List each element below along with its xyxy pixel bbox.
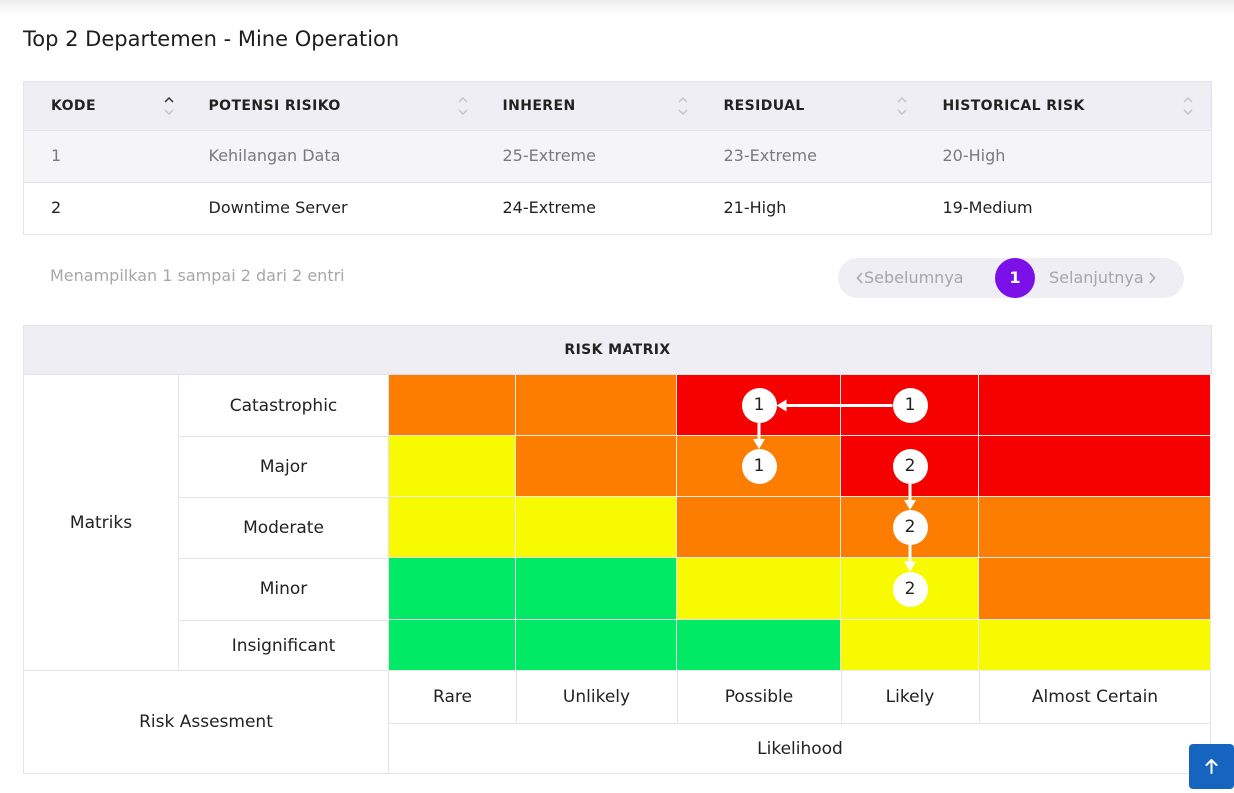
transition-arrow-head [904,561,916,572]
risk-marker-1[interactable]: 1 [892,388,928,423]
risk-marker-2[interactable]: 2 [892,510,928,545]
transition-arrows [753,399,916,572]
transition-arrow-head [776,399,787,412]
transition-arrow-head [753,439,765,449]
risk-marker-2[interactable]: 2 [892,449,928,484]
risk-marker-2[interactable]: 2 [892,571,928,607]
scroll-to-top-button[interactable] [1189,744,1234,789]
risk-marker-1[interactable]: 1 [741,388,777,423]
transition-arrow-head [904,500,916,510]
risk-marker-1[interactable]: 1 [741,449,777,484]
arrow-up-icon [1205,759,1218,774]
